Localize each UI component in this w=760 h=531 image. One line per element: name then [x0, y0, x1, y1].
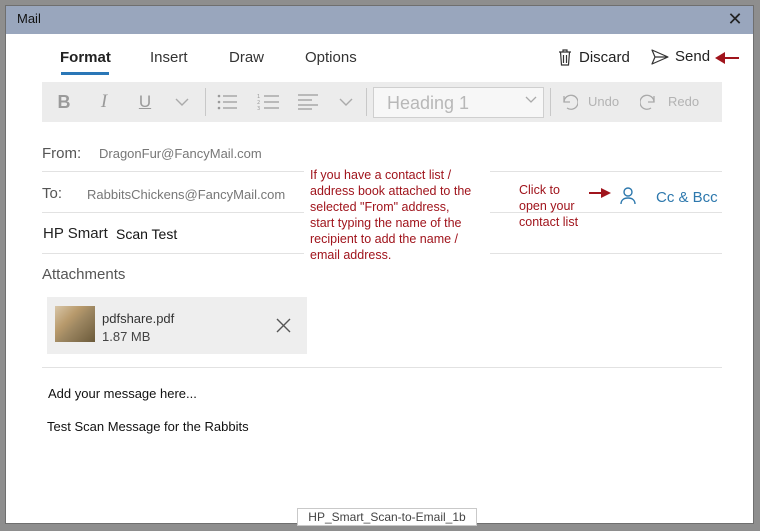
- underline-button[interactable]: U: [137, 90, 153, 114]
- callout-line: open your: [519, 199, 575, 213]
- callout-line: start typing the name of the: [310, 216, 462, 230]
- mail-window: Mail ✕ Format Insert Draw Options Discar…: [5, 5, 754, 524]
- title-bar: Mail ✕: [6, 6, 753, 34]
- open-contacts-callout: Click to open your contact list: [519, 182, 593, 230]
- divider: [42, 367, 722, 368]
- chevron-down-icon[interactable]: [339, 90, 353, 114]
- message-body[interactable]: Test Scan Message for the Rabbits: [47, 419, 249, 434]
- italic-button[interactable]: I: [97, 90, 111, 114]
- numbered-list-icon[interactable]: 123: [257, 90, 279, 114]
- send-button[interactable]: Send: [651, 48, 710, 65]
- subject-field[interactable]: Scan Test: [116, 226, 177, 242]
- tab-insert[interactable]: Insert: [150, 49, 188, 66]
- attachment-thumbnail: [55, 306, 95, 342]
- image-caption: HP_Smart_Scan-to-Email_1b: [297, 508, 477, 526]
- trash-icon: [559, 49, 571, 66]
- message-placeholder[interactable]: Add your message here...: [48, 386, 197, 401]
- heading-style-value: Heading 1: [387, 93, 470, 113]
- cc-bcc-button[interactable]: Cc & Bcc: [656, 189, 718, 206]
- callout-line: email address.: [310, 248, 392, 262]
- callout-line: contact list: [519, 215, 579, 229]
- window-title: Mail: [17, 11, 41, 26]
- callout-line: address book attached to the: [310, 184, 472, 198]
- callout-line: If you have a contact list /: [310, 168, 452, 182]
- callout-line: recipient to add the name /: [310, 232, 459, 246]
- contact-person-icon[interactable]: [620, 187, 636, 205]
- chevron-down-icon: [525, 96, 537, 103]
- remove-attachment-icon[interactable]: [276, 318, 291, 333]
- redo-icon[interactable]: [640, 90, 658, 114]
- to-field[interactable]: RabbitsChickens@FancyMail.com: [87, 187, 285, 202]
- to-label: To:: [42, 185, 63, 202]
- from-field[interactable]: DragonFur@FancyMail.com: [99, 146, 262, 161]
- undo-icon[interactable]: [560, 90, 578, 114]
- svg-text:3: 3: [257, 106, 260, 112]
- close-icon[interactable]: ✕: [725, 9, 745, 29]
- from-label: From:: [42, 145, 82, 162]
- callout-line: Click to: [519, 183, 560, 197]
- callout-line: selected "From" address,: [310, 200, 450, 214]
- bold-button[interactable]: B: [56, 90, 72, 114]
- align-icon[interactable]: [298, 90, 318, 114]
- bullet-list-icon[interactable]: [217, 90, 237, 114]
- subject-label: HP Smart: [43, 225, 108, 242]
- format-toolbar: B I U 123 Heading 1 Undo Redo: [42, 82, 722, 122]
- attachment-name: pdfshare.pdf: [102, 311, 175, 326]
- attachment-size: 1.87 MB: [102, 329, 151, 344]
- discard-button[interactable]: Discard: [557, 48, 630, 66]
- attachments-heading: Attachments: [42, 266, 126, 283]
- send-arrow-annotation: [715, 52, 739, 64]
- send-icon: [651, 48, 669, 65]
- redo-label[interactable]: Redo: [668, 94, 699, 109]
- chevron-down-icon[interactable]: [175, 90, 189, 114]
- attachment-card[interactable]: pdfshare.pdf 1.87 MB: [47, 297, 307, 354]
- tab-draw[interactable]: Draw: [229, 49, 264, 66]
- tab-format[interactable]: Format: [60, 49, 111, 66]
- heading-style-select[interactable]: Heading 1: [373, 87, 544, 118]
- active-tab-indicator: [61, 72, 109, 75]
- tab-options[interactable]: Options: [305, 49, 357, 66]
- toolbar-divider: [366, 88, 367, 116]
- undo-label[interactable]: Undo: [588, 94, 619, 109]
- toolbar-divider: [550, 88, 551, 116]
- toolbar-divider: [205, 88, 206, 116]
- discard-label: Discard: [579, 48, 630, 66]
- contact-list-callout: If you have a contact list / address boo…: [304, 163, 490, 266]
- send-label: Send: [675, 48, 711, 65]
